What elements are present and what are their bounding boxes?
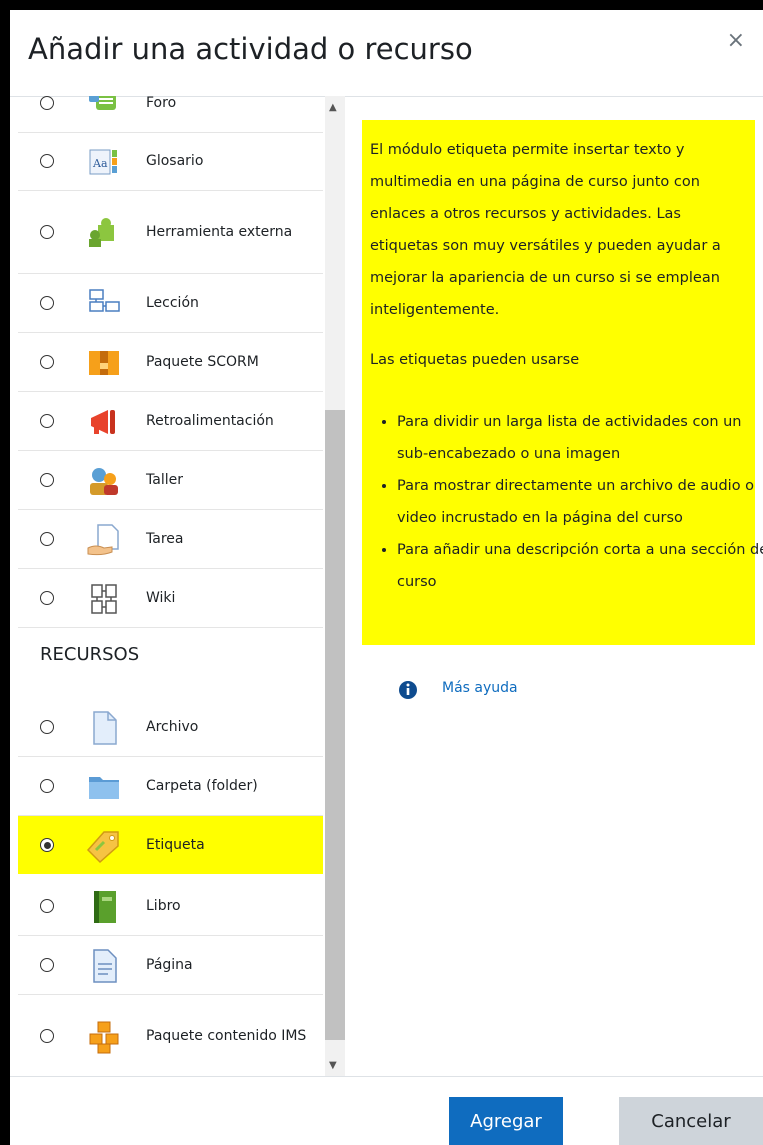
radio-button[interactable]	[40, 96, 54, 110]
folder-icon	[89, 777, 119, 799]
radio-button[interactable]	[40, 532, 54, 546]
item-label: Wiki	[146, 590, 176, 606]
list-item-taller[interactable]: Taller	[18, 451, 323, 510]
item-label: Lección	[146, 295, 199, 311]
add-activity-dialog: Añadir una actividad o recurso × Foro Aa…	[10, 10, 763, 1145]
svg-text:Aa: Aa	[92, 157, 108, 170]
help-bullet: Para dividir un larga lista de actividad…	[397, 406, 763, 470]
scorm-package-icon	[89, 351, 119, 375]
radio-button[interactable]	[40, 591, 54, 605]
radio-button[interactable]	[40, 720, 54, 734]
item-label: Paquete SCORM	[146, 354, 259, 370]
radio-button[interactable]	[40, 1029, 54, 1043]
list-item-wiki[interactable]: Wiki	[18, 569, 323, 628]
list-item-retroalimentacion[interactable]: Retroalimentación	[18, 392, 323, 451]
list-item-carpeta[interactable]: Carpeta (folder)	[18, 757, 323, 816]
list-item-herramienta-externa[interactable]: Herramienta externa	[18, 191, 323, 274]
item-label: Glosario	[146, 153, 204, 169]
dialog-header: Añadir una actividad o recurso ×	[10, 10, 763, 97]
close-icon[interactable]: ×	[727, 28, 745, 53]
wiki-icon	[91, 584, 117, 614]
radio-button[interactable]	[40, 225, 54, 239]
help-bullet: Para añadir una descripción corta a una …	[397, 534, 763, 598]
dialog-footer: Agregar Cancelar	[10, 1076, 763, 1145]
list-item-etiqueta[interactable]: Etiqueta	[18, 816, 323, 874]
assignment-icon	[87, 524, 119, 556]
radio-button[interactable]	[40, 958, 54, 972]
glossary-icon: Aa	[89, 149, 117, 175]
ims-package-icon	[89, 1021, 119, 1054]
activity-list: Foro Aa Glosario Herramienta externa Lec…	[10, 96, 323, 1076]
label-tag-icon	[86, 831, 119, 864]
help-paragraph-intro: Las etiquetas pueden usarse	[370, 352, 580, 368]
radio-button[interactable]	[40, 473, 54, 487]
list-scrollbar-thumb[interactable]	[325, 410, 345, 1040]
list-item-pagina[interactable]: Página	[18, 936, 323, 995]
help-paragraph: El módulo etiqueta permite insertar text…	[370, 142, 721, 318]
lesson-icon	[89, 289, 120, 312]
list-item-scorm[interactable]: Paquete SCORM	[18, 333, 323, 392]
page-icon	[93, 949, 117, 983]
book-icon	[94, 891, 116, 923]
forum-icon	[89, 96, 116, 110]
puzzle-icon	[89, 218, 114, 247]
list-item-glosario[interactable]: Aa Glosario	[18, 132, 323, 191]
radio-button[interactable]	[40, 355, 54, 369]
info-icon	[399, 681, 417, 699]
section-heading-recursos: RECURSOS	[40, 644, 140, 665]
file-icon	[93, 711, 117, 745]
help-panel: El módulo etiqueta permite insertar text…	[362, 120, 763, 645]
item-label: Libro	[146, 898, 181, 914]
item-label: Foro	[146, 96, 177, 111]
list-item-foro[interactable]: Foro	[18, 96, 323, 133]
item-label: Tarea	[146, 531, 184, 547]
item-label: Carpeta (folder)	[146, 778, 258, 794]
item-label: Paquete contenido IMS	[146, 1028, 307, 1044]
item-label: Etiqueta	[146, 837, 205, 853]
dialog-title: Añadir una actividad o recurso	[28, 32, 473, 66]
radio-button[interactable]	[40, 414, 54, 428]
radio-button-selected[interactable]	[40, 838, 54, 852]
megaphone-icon	[91, 410, 115, 434]
list-item-libro[interactable]: Libro	[18, 877, 323, 936]
more-help-link[interactable]: Más ayuda	[442, 680, 518, 696]
help-bullet-list: Para dividir un larga lista de actividad…	[370, 406, 763, 598]
item-label: Página	[146, 957, 193, 973]
item-label: Herramienta externa	[146, 224, 293, 240]
item-label: Archivo	[146, 719, 199, 735]
radio-button[interactable]	[40, 296, 54, 310]
item-label: Retroalimentación	[146, 413, 274, 429]
scroll-down-icon[interactable]: ▼	[329, 1060, 337, 1071]
scroll-up-icon[interactable]: ▲	[329, 102, 337, 113]
list-item-leccion[interactable]: Lección	[18, 274, 323, 333]
help-bullet: Para mostrar directamente un archivo de …	[397, 470, 763, 534]
list-item-ims[interactable]: Paquete contenido IMS	[18, 995, 323, 1076]
cancel-button[interactable]: Cancelar	[619, 1097, 763, 1145]
radio-button[interactable]	[40, 899, 54, 913]
radio-button[interactable]	[40, 779, 54, 793]
add-button[interactable]: Agregar	[449, 1097, 563, 1145]
list-item-archivo[interactable]: Archivo	[18, 698, 323, 757]
workshop-icon	[90, 468, 118, 495]
list-item-tarea[interactable]: Tarea	[18, 510, 323, 569]
item-label: Taller	[146, 472, 183, 488]
radio-button[interactable]	[40, 154, 54, 168]
